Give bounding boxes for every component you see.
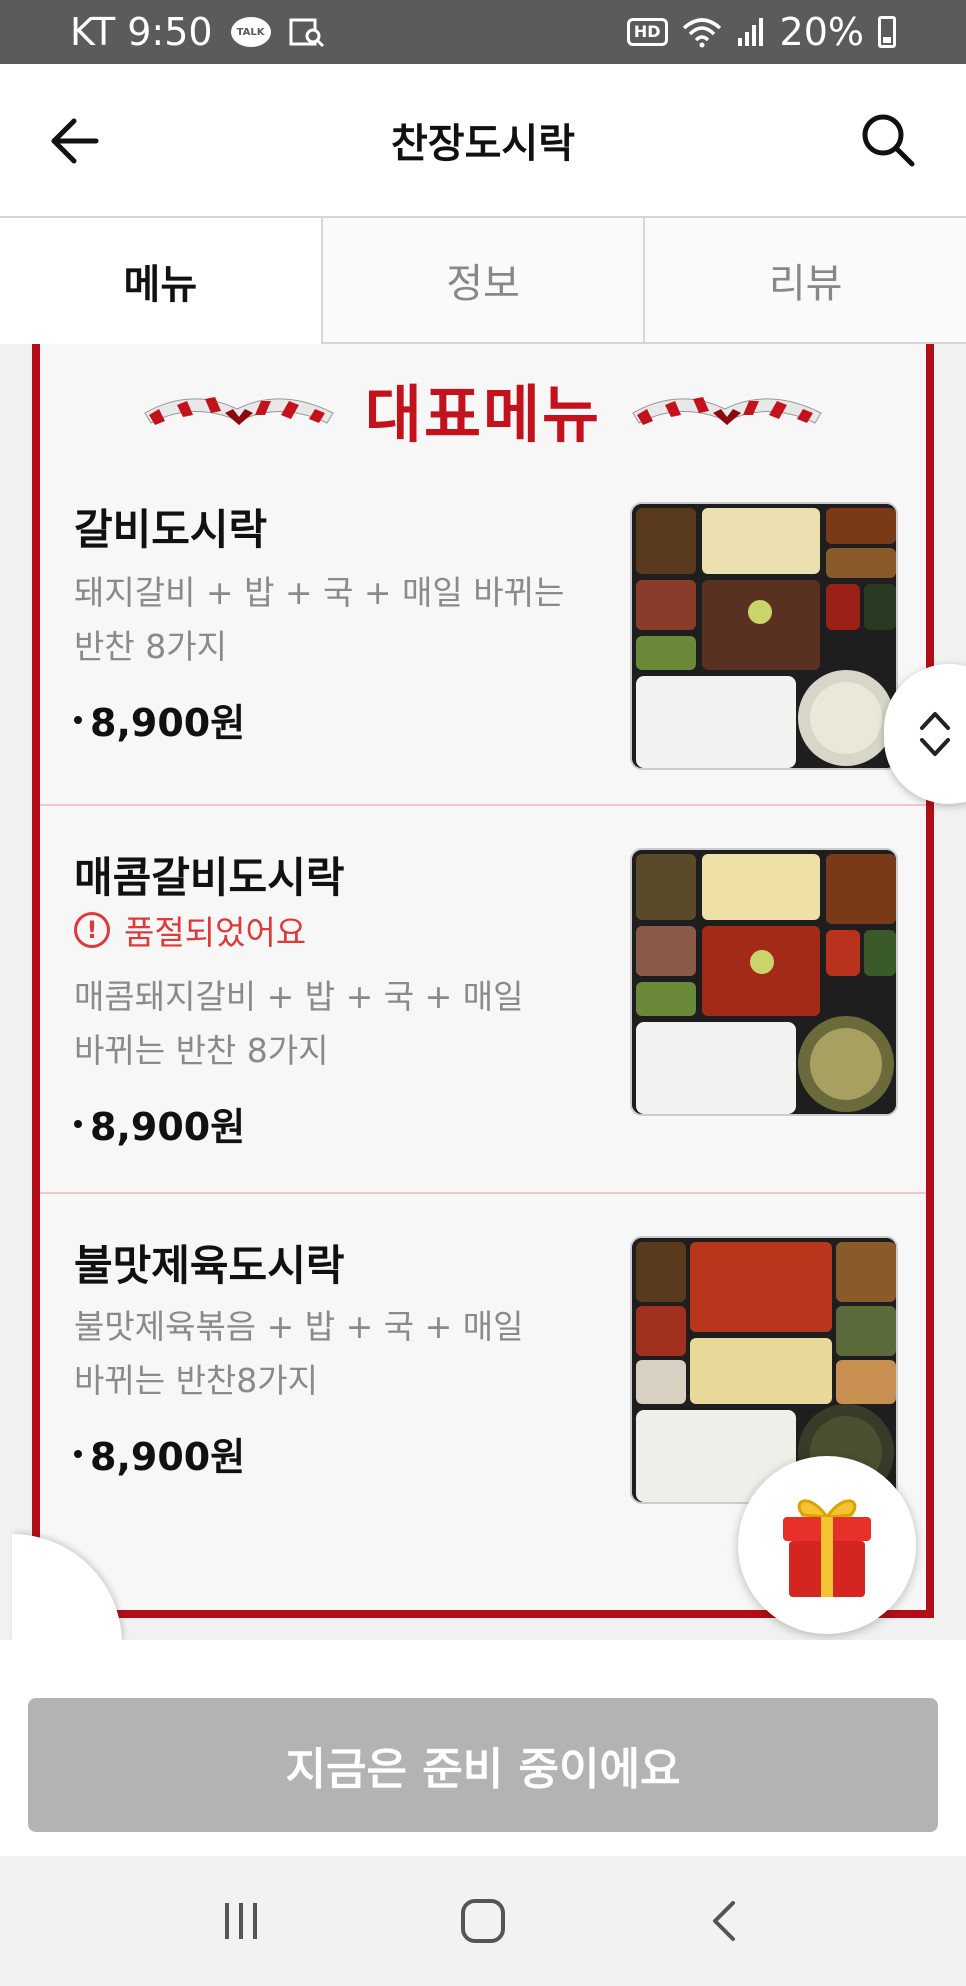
price-text: 8,900원 [90, 1105, 246, 1149]
status-left: KT 9:50 TALK [70, 10, 325, 54]
menu-item-spicy-galbi[interactable]: 매콤갈비도시락 ! 품절되었어요 매콤돼지갈비 + 밥 + 국 + 매일 바뀌는… [40, 806, 926, 1194]
menu-item-name: 불맛제육도시락 [74, 1241, 345, 1290]
chevron-up-down-icon [920, 712, 950, 756]
chevron-left-icon [713, 1901, 735, 1941]
soldout-text: 품절되었어요 [124, 913, 307, 952]
page-title: 찬장도시락 [391, 121, 575, 167]
kakaotalk-icon: TALK [230, 17, 271, 47]
gift-icon [783, 1499, 871, 1597]
bullet-icon [74, 715, 82, 724]
ribbon-right-icon [632, 397, 822, 425]
status-bar: KT 9:50 TALK HD 20% [0, 0, 966, 64]
menu-item-photo [630, 502, 898, 770]
menu-item-photo [630, 848, 898, 1116]
lunchbox-photo [632, 850, 896, 1114]
section-title: 대표메뉴 [364, 378, 602, 451]
order-button-disabled[interactable]: 지금은 준비 중이에요 [28, 1698, 938, 1832]
home-icon [461, 1899, 505, 1943]
tab-review[interactable]: 리뷰 [643, 218, 966, 344]
bottom-action-area: 지금은 준비 중이에요 [0, 1680, 966, 1856]
system-nav-bar [0, 1856, 966, 1986]
menu-item-name: 매콤갈비도시락 [74, 853, 345, 902]
recent-apps-button[interactable] [211, 1891, 271, 1951]
gallery-search-icon [289, 18, 324, 48]
soldout-notice: ! 품절되었어요 [74, 906, 306, 954]
menu-item-description: 매콤돼지갈비 + 밥 + 국 + 매일 바뀌는 반찬 8가지 [74, 970, 594, 1078]
ribbon-left-icon [144, 397, 334, 425]
arrow-left-icon [51, 118, 99, 164]
menu-item-desc-line: 바뀌는 반찬8가지 [74, 1361, 319, 1400]
menu-item-name: 갈비도시락 [74, 505, 268, 554]
menu-item-price: 8,900원 [74, 1426, 245, 1481]
tab-menu[interactable]: 메뉴 [0, 218, 321, 344]
menu-item-desc-line: 돼지갈비 + 밥 + 국 + 매일 바뀌는 [74, 573, 565, 612]
section-header: 대표메뉴 [40, 364, 926, 454]
menu-item-desc-line: 매콤돼지갈비 + 밥 + 국 + 매일 [74, 977, 524, 1016]
tab-bar: 메뉴 정보 리뷰 [0, 216, 966, 344]
signal-icon [737, 18, 763, 46]
menu-item-galbi[interactable]: 갈비도시락 돼지갈비 + 밥 + 국 + 매일 바뀌는 반찬 8가지 8,900… [40, 470, 926, 806]
menu-item-desc-line: 반찬 8가지 [74, 627, 227, 666]
search-button[interactable] [858, 110, 918, 170]
menu-item-desc-line: 불맛제육볶음 + 밥 + 국 + 매일 [74, 1307, 524, 1346]
gift-button[interactable] [738, 1456, 916, 1634]
system-back-button[interactable] [695, 1891, 755, 1951]
battery-percent: 20% [779, 10, 864, 54]
price-text: 8,900원 [90, 701, 246, 745]
status-right: HD 20% [626, 10, 896, 54]
app-header: 찬장도시락 [0, 64, 966, 216]
search-icon [862, 114, 915, 167]
tab-info[interactable]: 정보 [320, 218, 644, 344]
menu-item-desc-line: 바뀌는 반찬 8가지 [74, 1031, 329, 1070]
recent-apps-icon [225, 1903, 257, 1939]
wifi-icon [682, 18, 721, 48]
alert-icon: ! [74, 912, 110, 948]
bullet-icon [74, 1119, 82, 1128]
lunchbox-photo [632, 504, 896, 768]
menu-item-description: 불맛제육볶음 + 밥 + 국 + 매일 바뀌는 반찬8가지 [74, 1300, 594, 1408]
hd-voice-icon: HD [626, 18, 668, 46]
price-text: 8,900원 [90, 1435, 246, 1479]
menu-content[interactable]: 대표메뉴 갈비도시락 돼지갈비 + 밥 + 국 + 매일 바뀌는 반찬 8가지 … [0, 344, 966, 1640]
home-button[interactable] [453, 1891, 513, 1951]
back-button[interactable] [48, 114, 102, 168]
battery-icon [878, 16, 896, 48]
carrier-time: KT 9:50 [70, 10, 213, 54]
menu-item-price: 8,900원 [74, 692, 245, 747]
representative-menu-card: 대표메뉴 갈비도시락 돼지갈비 + 밥 + 국 + 매일 바뀌는 반찬 8가지 … [32, 344, 934, 1618]
bullet-icon [74, 1449, 82, 1458]
menu-item-price: 8,900원 [74, 1096, 245, 1151]
menu-item-description: 돼지갈비 + 밥 + 국 + 매일 바뀌는 반찬 8가지 [74, 566, 594, 674]
